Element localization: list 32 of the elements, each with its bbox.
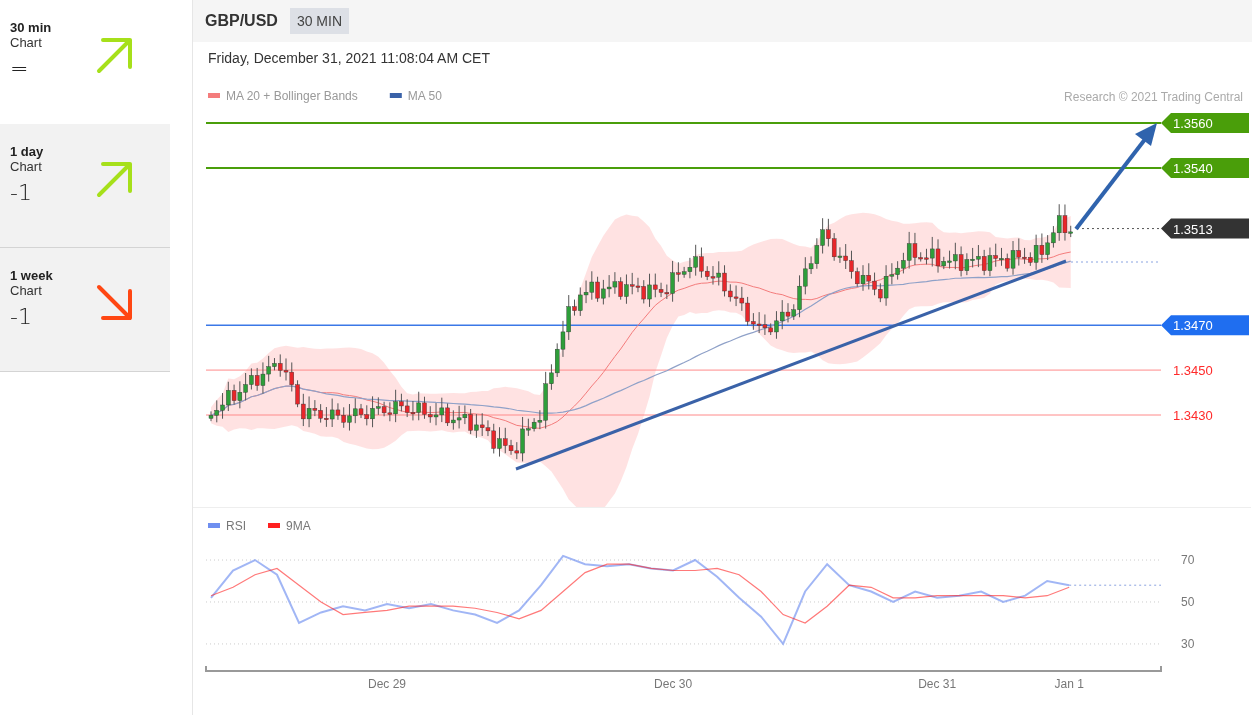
y-tick-label: 70 <box>1181 553 1195 568</box>
timeframe-label: 1 week <box>10 268 53 283</box>
chart-label: Chart <box>10 159 43 174</box>
price-tag: 1.3540 <box>1161 157 1249 178</box>
x-tick-label: Dec 30 <box>654 677 693 691</box>
y-tick-label: 50 <box>1181 595 1195 609</box>
chart-label: Chart <box>10 283 43 298</box>
support-label: 1.3430 <box>1173 408 1213 423</box>
signal-value: -1 <box>10 304 33 329</box>
timeframe-label: 1 day <box>10 144 44 159</box>
timestamp-text: Friday, December 31, 2021 11:08:04 AM CET <box>207 49 491 68</box>
legend-label: 9MA <box>286 519 311 533</box>
price-tag: 1.3513 <box>1161 218 1249 239</box>
interval-badge: 30 MIN <box>289 8 350 34</box>
y-tick-label: 30 <box>1181 636 1195 651</box>
legend-label: MA 20 + Bollinger Bands <box>226 89 358 103</box>
x-tick-label: Dec 31 <box>918 677 957 691</box>
legend-label: MA 50 <box>407 89 442 103</box>
timeframe-tab[interactable]: 1 week Chart -1 <box>0 248 170 372</box>
support-label: 1.3450 <box>1173 363 1213 379</box>
chart-label: Chart <box>10 35 43 50</box>
legend-label: RSI <box>226 519 246 533</box>
signal-value: -1 <box>10 180 33 205</box>
x-tick-label: Dec 29 <box>368 677 407 691</box>
price-tag: 1.3470 <box>1161 315 1249 336</box>
timeframe-label: 30 min <box>10 20 52 35</box>
signal-value: = <box>10 56 30 81</box>
symbol-title: GBP/USD <box>205 12 278 30</box>
x-tick-label: Jan 1 <box>1054 677 1084 691</box>
credit-text: Research © 2021 Trading Central <box>1064 90 1243 104</box>
price-tag: 1.3560 <box>1161 113 1249 133</box>
timeframe-tab[interactable]: 1 day Chart -1 <box>0 124 170 248</box>
